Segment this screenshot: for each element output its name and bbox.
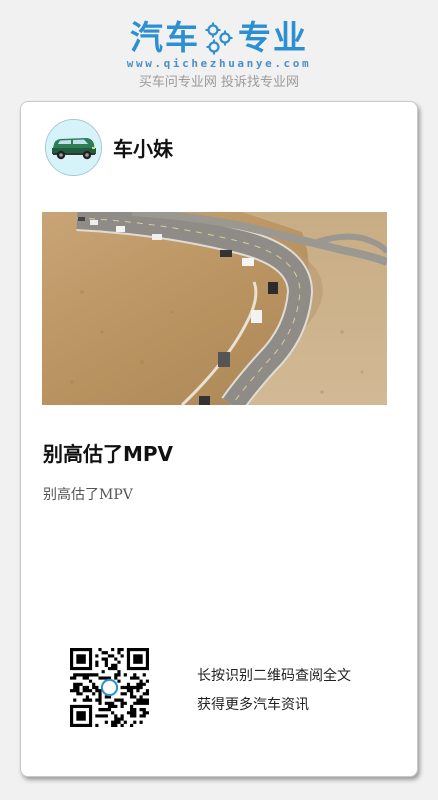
qr-code[interactable] bbox=[70, 648, 149, 727]
qr-prompt-line-1: 长按识别二维码查阅全文 bbox=[197, 668, 351, 684]
qr-code-icon bbox=[70, 648, 149, 727]
site-slogan: 买车问专业网 投诉找专业网 bbox=[138, 75, 300, 90]
share-card: 车小妹 别高估了MPV 别高估了MPV 长按识别二维码查阅全文 获得更多汽车资讯 bbox=[20, 101, 418, 777]
gear-icon bbox=[205, 22, 233, 55]
article-title[interactable]: 别高估了MPV bbox=[43, 438, 173, 467]
qr-prompt-line-2: 获得更多汽车资讯 bbox=[197, 697, 309, 713]
site-url[interactable]: www.qichezhuanye.com bbox=[0, 57, 438, 70]
car-icon bbox=[46, 120, 101, 175]
author-avatar[interactable] bbox=[45, 119, 102, 176]
article-cover-image[interactable] bbox=[42, 212, 387, 405]
author-name[interactable]: 车小妹 bbox=[113, 133, 173, 162]
site-header: 汽车 专业 www.qichezhuanye.com 买车问专业网 投诉找专业网 bbox=[0, 0, 438, 100]
brand-logo[interactable]: 汽车 专业 bbox=[0, 18, 438, 58]
brand-name-right: 专业 bbox=[238, 18, 308, 57]
brand-name-left: 汽车 bbox=[130, 18, 200, 57]
article-summary: 别高估了MPV bbox=[43, 487, 133, 503]
mountain-road-image bbox=[42, 212, 387, 405]
